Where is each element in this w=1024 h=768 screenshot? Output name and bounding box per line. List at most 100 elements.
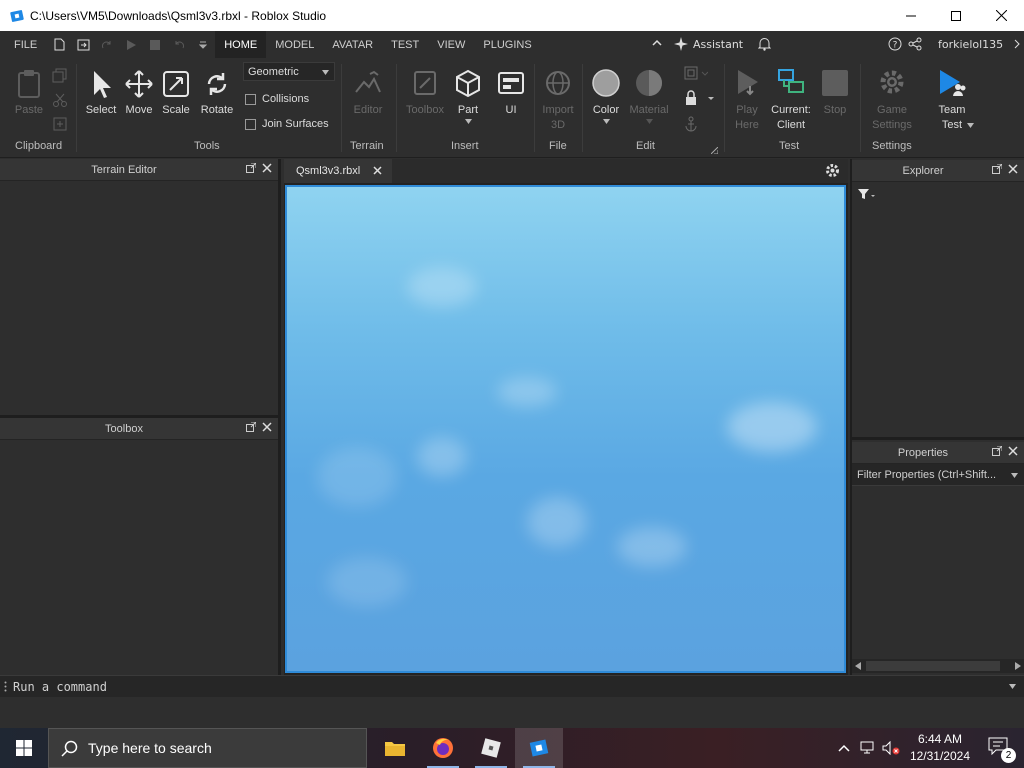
- maximize-button[interactable]: [933, 0, 979, 31]
- taskbar-clock[interactable]: 6:44 AM 12/31/2024: [910, 731, 970, 765]
- close-icon[interactable]: [1008, 164, 1018, 174]
- terrain-editor-button[interactable]: Editor: [348, 68, 388, 118]
- checkbox-box: [245, 93, 256, 105]
- command-bar[interactable]: Run a command: [0, 675, 1024, 697]
- scroll-left-icon[interactable]: [855, 662, 861, 670]
- username-label[interactable]: forkielol135: [938, 38, 1003, 51]
- group-icon[interactable]: [684, 66, 709, 85]
- chevron-down-icon[interactable]: [1011, 473, 1018, 478]
- show-hidden-icons-icon[interactable]: [838, 744, 850, 752]
- copy-icon[interactable]: [52, 68, 68, 87]
- taskbar-roblox-studio[interactable]: [515, 728, 563, 768]
- play-here-icon: [738, 70, 758, 96]
- new-file-icon[interactable]: [52, 38, 66, 52]
- taskbar-search-box[interactable]: Type here to search: [48, 728, 367, 768]
- notification-center-button[interactable]: 2: [988, 737, 1016, 763]
- document-tab[interactable]: Qsml3v3.rbxl: [284, 159, 392, 183]
- undock-icon[interactable]: [992, 446, 1002, 456]
- edit-settings-expander-icon[interactable]: [710, 143, 719, 157]
- undock-icon[interactable]: [246, 163, 256, 173]
- move-tool-button[interactable]: Move: [122, 68, 156, 118]
- panel-title: Toolbox: [105, 422, 143, 435]
- chevron-down-icon[interactable]: [1009, 684, 1016, 689]
- terrain-mountain-icon: [355, 70, 381, 93]
- notifications-bell-icon[interactable]: [757, 37, 772, 54]
- undock-icon[interactable]: [246, 422, 256, 432]
- quick-access-dropdown-icon[interactable]: [196, 38, 210, 52]
- lock-icon[interactable]: [684, 90, 714, 109]
- close-icon[interactable]: [1008, 446, 1018, 456]
- network-icon[interactable]: [860, 741, 876, 755]
- undo-icon[interactable]: [172, 38, 186, 52]
- grip-icon[interactable]: [4, 681, 7, 692]
- game-settings-button[interactable]: Game Settings: [866, 68, 918, 133]
- play-here-button[interactable]: Play Here: [728, 68, 766, 133]
- team-test-icon: [940, 70, 966, 96]
- stop-button[interactable]: Stop: [818, 68, 852, 118]
- tab-model[interactable]: MODEL: [266, 31, 323, 58]
- assistant-button[interactable]: Assistant: [674, 37, 743, 51]
- scale-tool-button[interactable]: Scale: [159, 68, 193, 118]
- color-button[interactable]: Color: [588, 68, 624, 124]
- scroll-right-icon[interactable]: [1015, 662, 1021, 670]
- 3d-viewport[interactable]: [285, 185, 846, 673]
- close-icon[interactable]: [262, 422, 272, 432]
- undock-icon[interactable]: [992, 164, 1002, 174]
- play-icon[interactable]: [124, 38, 138, 52]
- redo-icon[interactable]: [100, 38, 114, 52]
- ui-button[interactable]: UI: [494, 68, 528, 118]
- anchor-icon[interactable]: [684, 116, 698, 135]
- viewport-settings-gear-icon[interactable]: [825, 163, 840, 178]
- file-menu[interactable]: FILE: [0, 31, 47, 58]
- collisions-checkbox[interactable]: Collisions: [245, 93, 309, 105]
- terrain-editor-panel: Terrain Editor: [0, 159, 281, 415]
- stop-icon[interactable]: [148, 38, 162, 52]
- select-tool-button[interactable]: Select: [84, 68, 118, 118]
- tab-view[interactable]: VIEW: [428, 31, 474, 58]
- taskbar-file-explorer[interactable]: [371, 728, 419, 768]
- paste-button[interactable]: Paste: [12, 68, 46, 118]
- material-button[interactable]: Material: [627, 68, 671, 124]
- tab-plugins[interactable]: PLUGINS: [474, 31, 540, 58]
- tab-avatar[interactable]: AVATAR: [323, 31, 382, 58]
- team-test-button[interactable]: Team Test: [930, 68, 974, 133]
- group-label-settings: Settings: [872, 140, 912, 152]
- rotate-tool-button[interactable]: Rotate: [198, 68, 236, 118]
- sky-cloud: [527, 497, 587, 547]
- filter-properties-input[interactable]: Filter Properties (Ctrl+Shift...: [852, 464, 1024, 486]
- minimize-button[interactable]: [888, 0, 934, 31]
- close-icon[interactable]: [373, 166, 382, 175]
- command-input[interactable]: Run a command: [13, 680, 107, 694]
- start-button[interactable]: [0, 728, 48, 768]
- cut-icon[interactable]: [52, 92, 68, 111]
- user-dropdown-icon[interactable]: [1014, 39, 1020, 52]
- close-icon[interactable]: [262, 163, 272, 173]
- filter-icon[interactable]: [858, 189, 876, 200]
- tab-home[interactable]: HOME: [215, 31, 267, 58]
- stop-square-icon: [822, 70, 848, 96]
- share-icon[interactable]: [908, 37, 922, 54]
- toolbox-button[interactable]: Toolbox: [403, 68, 447, 118]
- scrollbar-thumb[interactable]: [866, 661, 1000, 671]
- group-separator: [534, 64, 535, 152]
- current-client-button[interactable]: Current: Client: [767, 68, 815, 133]
- part-button[interactable]: Part: [451, 68, 485, 124]
- taskbar-firefox[interactable]: [419, 728, 467, 768]
- group-separator: [76, 64, 77, 152]
- horizontal-scrollbar[interactable]: [852, 659, 1024, 673]
- tab-test[interactable]: TEST: [382, 31, 428, 58]
- svg-text:?: ?: [893, 41, 898, 51]
- help-icon[interactable]: ?: [888, 37, 902, 54]
- collapse-ribbon-icon[interactable]: [652, 38, 662, 51]
- duplicate-icon[interactable]: [52, 116, 68, 135]
- sky-cloud: [727, 402, 817, 452]
- windows-logo-icon: [16, 740, 32, 756]
- transform-mode-dropdown[interactable]: Geometric: [243, 62, 335, 81]
- close-window-button[interactable]: [978, 0, 1024, 31]
- join-surfaces-checkbox[interactable]: Join Surfaces: [245, 118, 329, 130]
- import-3d-button[interactable]: Import 3D: [538, 68, 578, 133]
- toolbox-header: Toolbox: [0, 418, 278, 440]
- volume-muted-icon[interactable]: [882, 741, 900, 755]
- open-file-icon[interactable]: [76, 38, 90, 52]
- taskbar-roblox-player[interactable]: [467, 728, 515, 768]
